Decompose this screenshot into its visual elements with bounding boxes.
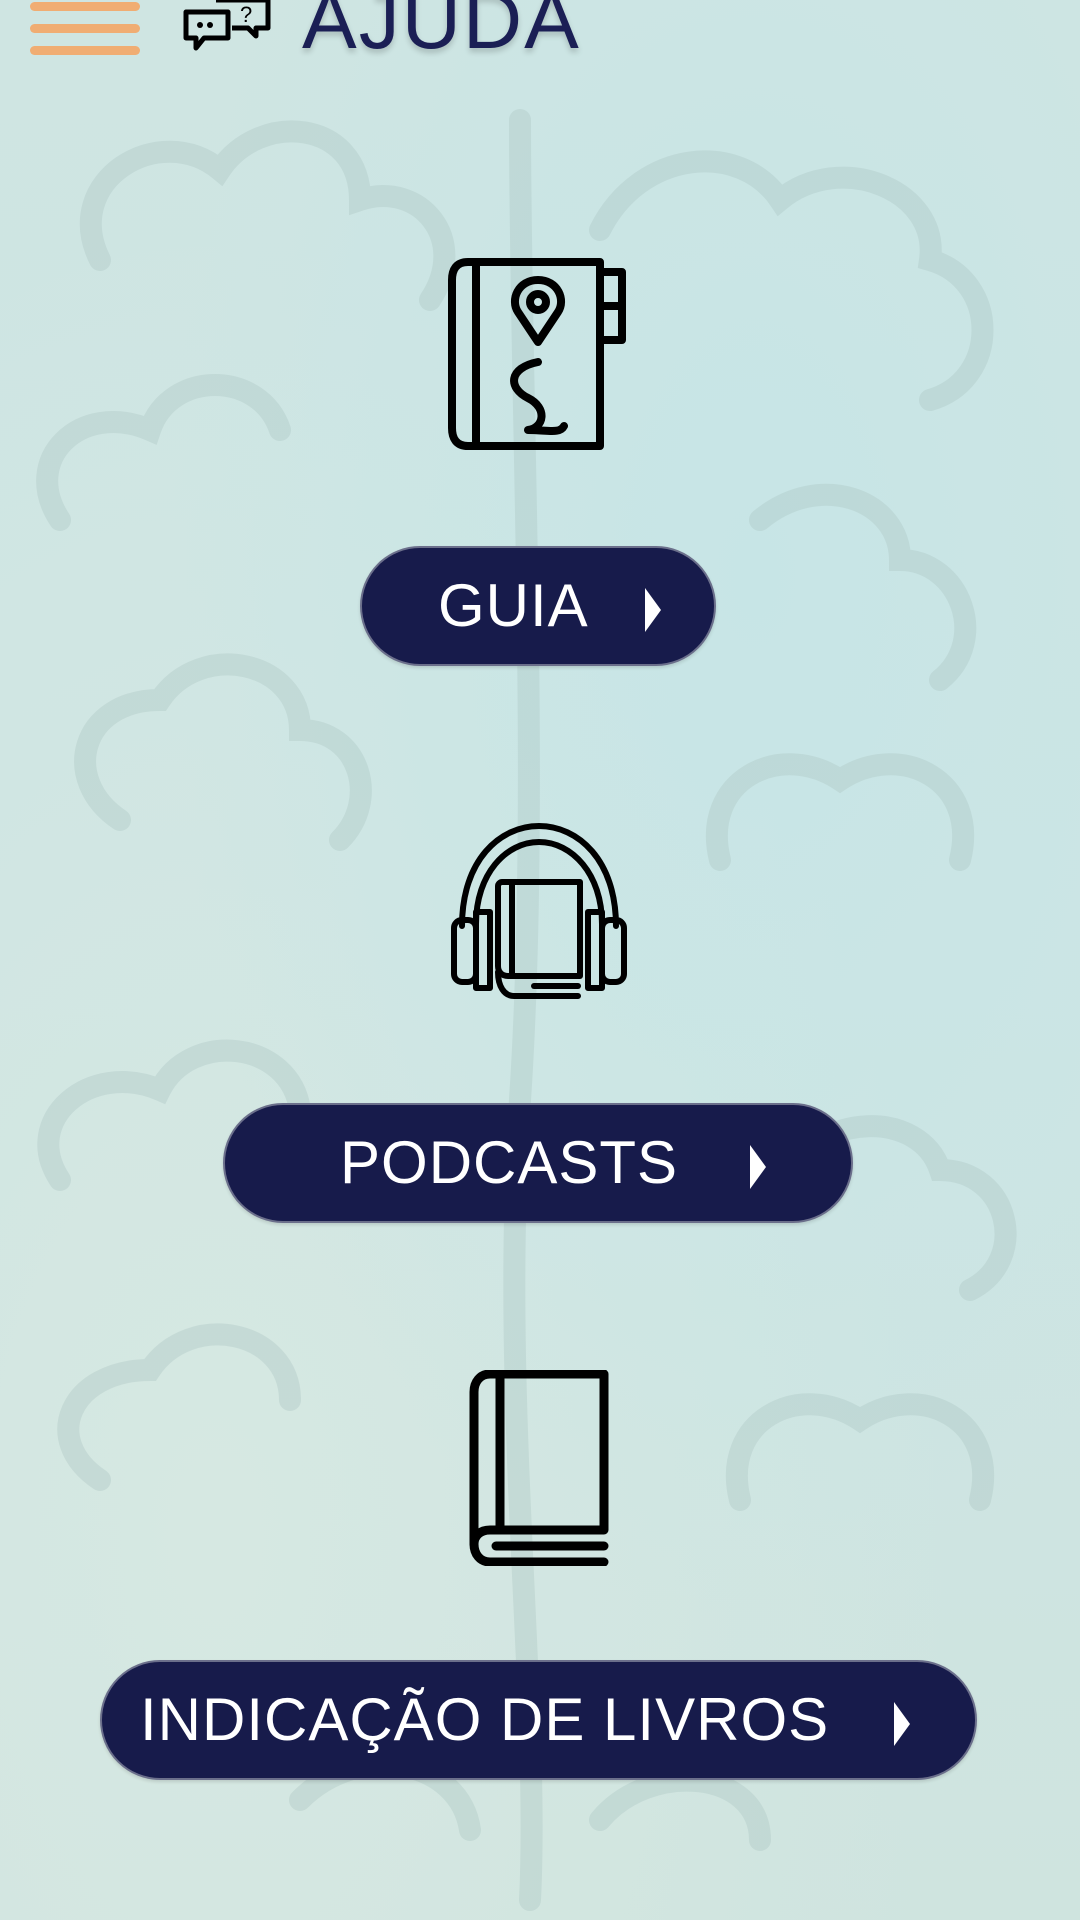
podcasts-button-label: PODCASTS xyxy=(340,1129,679,1196)
chevron-right-icon xyxy=(750,1145,766,1189)
menu-line xyxy=(30,2,140,11)
chevron-right-icon xyxy=(645,588,661,632)
indicacao-de-livros-button[interactable]: INDICAÇÃO DE LIVROS xyxy=(100,1660,977,1780)
svg-text:?: ? xyxy=(240,2,252,27)
map-guide-book-icon xyxy=(448,258,626,450)
podcasts-button[interactable]: PODCASTS xyxy=(223,1103,853,1223)
audiobook-headphones-icon xyxy=(451,823,627,999)
hamburger-menu-button[interactable] xyxy=(30,0,142,60)
menu-line xyxy=(30,46,140,55)
chevron-right-icon xyxy=(894,1702,910,1746)
chat-bubbles-icon: ? xyxy=(183,0,271,51)
guia-button-label: GUIA xyxy=(438,572,589,639)
menu-line xyxy=(30,24,140,33)
guia-button[interactable]: GUIA xyxy=(360,546,716,666)
book-icon xyxy=(469,1370,609,1566)
indicacao-de-livros-button-label: INDICAÇÃO DE LIVROS xyxy=(140,1686,830,1753)
page-title: AJUDA xyxy=(302,0,581,66)
app-header: ? AJUDA xyxy=(0,0,1080,70)
